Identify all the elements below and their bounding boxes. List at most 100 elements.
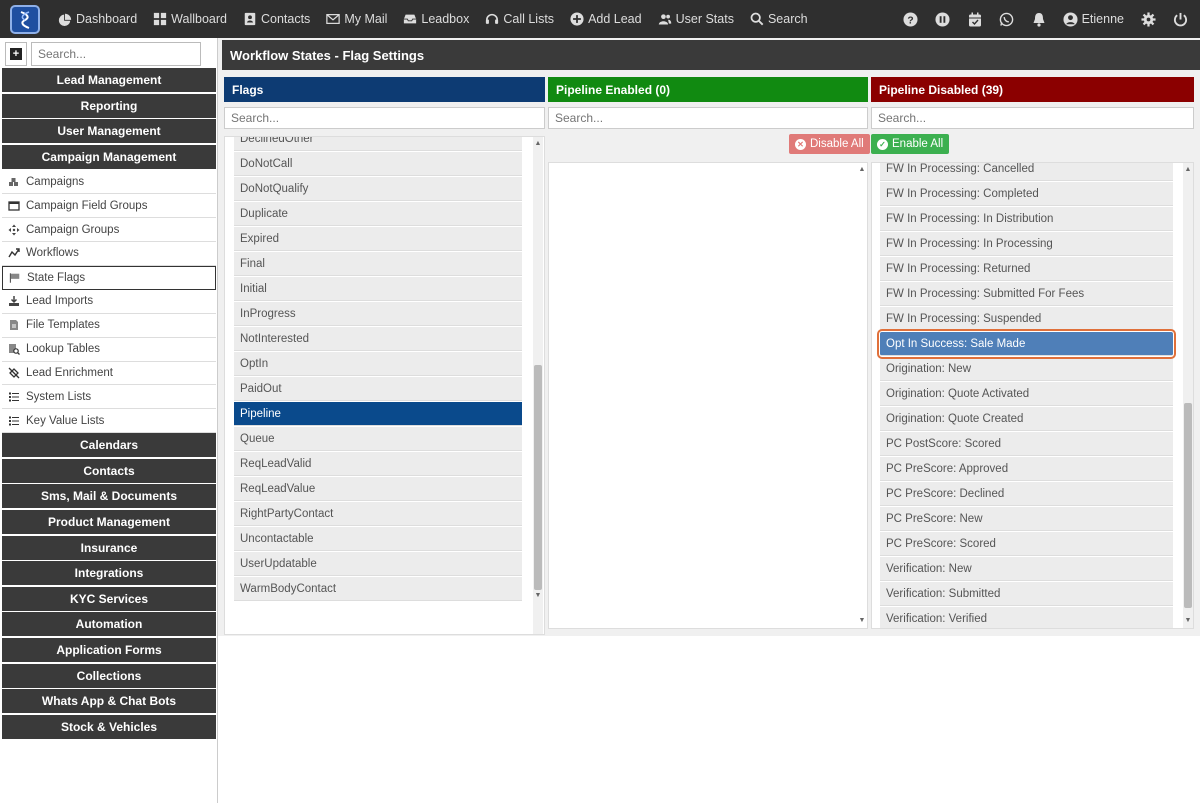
flag-item[interactable]: NotInterested (234, 327, 522, 351)
disabled-item[interactable]: Verification: New (880, 557, 1173, 581)
disabled-item[interactable]: PC PreScore: Declined (880, 482, 1173, 506)
sidebar-search-input[interactable] (31, 42, 201, 66)
disable-all-button[interactable]: ✕ Disable All (789, 134, 870, 154)
disabled-search-input[interactable] (871, 107, 1194, 129)
scroll-down-icon[interactable]: ▼ (1183, 616, 1193, 626)
disabled-item[interactable]: Origination: Quote Created (880, 407, 1173, 431)
sidebar-add-button[interactable]: + (5, 42, 27, 66)
user-menu[interactable]: Etienne (1063, 11, 1124, 27)
sidebar-item-lead-enrichment[interactable]: Lead Enrichment (2, 361, 216, 386)
disabled-item[interactable]: FW In Processing: Suspended (880, 307, 1173, 331)
flag-item-selected[interactable]: Pipeline (234, 402, 522, 426)
sidebar-item-state-flags[interactable]: State Flags (2, 265, 216, 290)
disabled-scroll-thumb[interactable] (1184, 403, 1192, 608)
power-icon[interactable] (1172, 11, 1188, 27)
disabled-item[interactable]: Origination: New (880, 357, 1173, 381)
bell-icon[interactable] (1031, 11, 1047, 27)
sidebar-section-calendars[interactable]: Calendars (2, 433, 216, 458)
sidebar-item-campaigns[interactable]: Campaigns (2, 170, 216, 195)
settings-gear-icon[interactable] (1140, 11, 1156, 27)
disabled-item[interactable]: PC PreScore: Scored (880, 532, 1173, 556)
app-logo[interactable] (10, 5, 40, 34)
disabled-item[interactable]: FW In Processing: Cancelled (880, 163, 1173, 181)
whatsapp-icon[interactable] (999, 11, 1015, 27)
sidebar-section-contacts[interactable]: Contacts (2, 458, 216, 483)
sidebar-section-integrations[interactable]: Integrations (2, 561, 216, 586)
flags-scrollbar[interactable]: ▲ ▼ (533, 137, 543, 634)
flag-item[interactable]: Initial (234, 277, 522, 301)
disabled-scrollbar[interactable]: ▲ ▼ (1183, 163, 1193, 628)
pause-icon[interactable] (935, 11, 951, 27)
scroll-up-icon[interactable]: ▲ (533, 139, 543, 149)
flag-item[interactable]: Expired (234, 227, 522, 251)
sidebar-section-automation[interactable]: Automation (2, 612, 216, 637)
disabled-item[interactable]: FW In Processing: Submitted For Fees (880, 282, 1173, 306)
nav-wallboard[interactable]: Wallboard (153, 12, 227, 26)
nav-my-mail[interactable]: My Mail (326, 12, 387, 26)
scroll-down-icon[interactable]: ▼ (533, 591, 543, 601)
flag-item[interactable]: Uncontactable (234, 527, 522, 551)
disabled-item[interactable]: FW In Processing: Returned (880, 257, 1173, 281)
disabled-item[interactable]: PC PreScore: Approved (880, 457, 1173, 481)
sidebar-item-lookup-tables[interactable]: Lookup Tables (2, 337, 216, 362)
disabled-item[interactable]: Verification: Verified (880, 607, 1173, 628)
sidebar-section-user-management[interactable]: User Management (2, 119, 216, 144)
nav-leadbox[interactable]: Leadbox (403, 12, 469, 26)
flag-item[interactable]: OptIn (234, 352, 522, 376)
flag-item[interactable]: Final (234, 252, 522, 276)
disabled-item[interactable]: FW In Processing: In Processing (880, 232, 1173, 256)
flag-item[interactable]: DoNotCall (234, 152, 522, 176)
sidebar-item-system-lists[interactable]: System Lists (2, 385, 216, 410)
sidebar-section-lead-management[interactable]: Lead Management (2, 68, 216, 92)
disabled-item[interactable]: PC PreScore: New (880, 507, 1173, 531)
flag-item[interactable]: UserUpdatable (234, 552, 522, 576)
sidebar-item-workflows[interactable]: Workflows (2, 242, 216, 266)
sidebar-item-file-templates[interactable]: File Templates (2, 313, 216, 338)
nav-call-lists[interactable]: Call Lists (485, 12, 554, 26)
flag-item[interactable]: DeclinedOther (234, 137, 522, 151)
enabled-search-input[interactable] (548, 107, 868, 129)
disabled-item-highlighted[interactable]: Opt In Success: Sale Made (877, 329, 1176, 359)
disabled-item[interactable]: Verification: Submitted (880, 582, 1173, 606)
scroll-up-icon[interactable]: ▲ (857, 165, 867, 175)
sidebar-section-reporting[interactable]: Reporting (2, 93, 216, 118)
sidebar-section-insurance[interactable]: Insurance (2, 535, 216, 560)
nav-contacts[interactable]: Contacts (243, 12, 310, 26)
help-icon[interactable]: ? (903, 11, 919, 27)
scroll-down-icon[interactable]: ▼ (857, 616, 867, 626)
flags-scroll-thumb[interactable] (534, 365, 542, 590)
flag-item[interactable]: DoNotQualify (234, 177, 522, 201)
flag-item[interactable]: WarmBodyContact (234, 577, 522, 601)
sidebar-section-collections[interactable]: Collections (2, 663, 216, 688)
sidebar-item-campaign-groups[interactable]: Campaign Groups (2, 218, 216, 243)
calendar-icon[interactable] (967, 11, 983, 27)
sidebar-section-sms-mail-and-documents[interactable]: Sms, Mail & Documents (2, 484, 216, 509)
flag-item[interactable]: Queue (234, 427, 522, 451)
sidebar-section-campaign-management[interactable]: Campaign Management (2, 144, 216, 169)
sidebar-item-lead-imports[interactable]: Lead Imports (2, 289, 216, 314)
flag-item[interactable]: ReqLeadValid (234, 452, 522, 476)
enable-all-button[interactable]: ✓ Enable All (871, 134, 950, 154)
sidebar-section-product-management[interactable]: Product Management (2, 509, 216, 534)
sidebar-item-key-value-lists[interactable]: Key Value Lists (2, 409, 216, 434)
nav-search[interactable]: Search (750, 12, 808, 26)
enabled-scrollbar[interactable]: ▲ ▼ (857, 163, 867, 628)
flag-item[interactable]: ReqLeadValue (234, 477, 522, 501)
sidebar-section-stock-and-vehicles[interactable]: Stock & Vehicles (2, 714, 216, 739)
scroll-up-icon[interactable]: ▲ (1183, 165, 1193, 175)
nav-dashboard[interactable]: Dashboard (58, 12, 137, 26)
disabled-item[interactable]: FW In Processing: Completed (880, 182, 1173, 206)
nav-add-lead[interactable]: Add Lead (570, 12, 642, 26)
flag-item[interactable]: Duplicate (234, 202, 522, 226)
sidebar-section-application-forms[interactable]: Application Forms (2, 637, 216, 662)
sidebar-section-kyc-services[interactable]: KYC Services (2, 586, 216, 611)
sidebar-section-whats-app-and-chat-bots[interactable]: Whats App & Chat Bots (2, 689, 216, 714)
disabled-item[interactable]: FW In Processing: In Distribution (880, 207, 1173, 231)
flags-search-input[interactable] (224, 107, 545, 129)
flag-item[interactable]: PaidOut (234, 377, 522, 401)
sidebar-item-campaign-field-groups[interactable]: Campaign Field Groups (2, 194, 216, 219)
flag-item[interactable]: RightPartyContact (234, 502, 522, 526)
flag-item[interactable]: InProgress (234, 302, 522, 326)
disabled-item[interactable]: PC PostScore: Scored (880, 432, 1173, 456)
disabled-item[interactable]: Origination: Quote Activated (880, 382, 1173, 406)
